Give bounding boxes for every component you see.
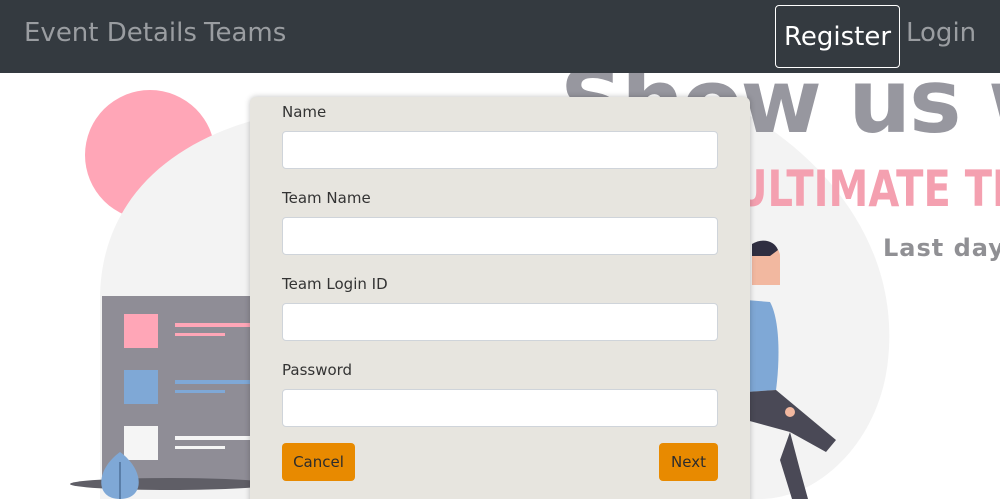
team-login-id-input[interactable] — [282, 303, 718, 341]
page: Show us wha ULTIMATE TEC Last day Event … — [0, 0, 1000, 499]
cancel-button[interactable]: Cancel — [282, 443, 355, 481]
password-label: Password — [282, 361, 353, 379]
hero-subtitle: ULTIMATE TEC — [735, 160, 1000, 218]
pink-square — [124, 314, 158, 348]
hero-note: Last day — [883, 234, 1000, 262]
name-label: Name — [282, 103, 327, 121]
white-square — [124, 426, 158, 460]
team-name-label: Team Name — [282, 189, 371, 207]
register-modal: Name Team Name Team Login ID Password Ca… — [250, 97, 750, 499]
blue-square — [124, 370, 158, 404]
password-input[interactable] — [282, 389, 718, 427]
team-name-input[interactable] — [282, 217, 718, 255]
nav-register-button[interactable]: Register — [775, 5, 900, 68]
team-login-id-label: Team Login ID — [282, 275, 388, 293]
navbar: Event Details Teams Register Login — [0, 0, 1000, 73]
person-shirt — [746, 300, 779, 392]
nav-event-details[interactable]: Event Details — [24, 18, 197, 48]
next-button[interactable]: Next — [659, 443, 718, 481]
nav-teams[interactable]: Teams — [204, 18, 286, 48]
nav-login[interactable]: Login — [906, 18, 976, 48]
name-input[interactable] — [282, 131, 718, 169]
